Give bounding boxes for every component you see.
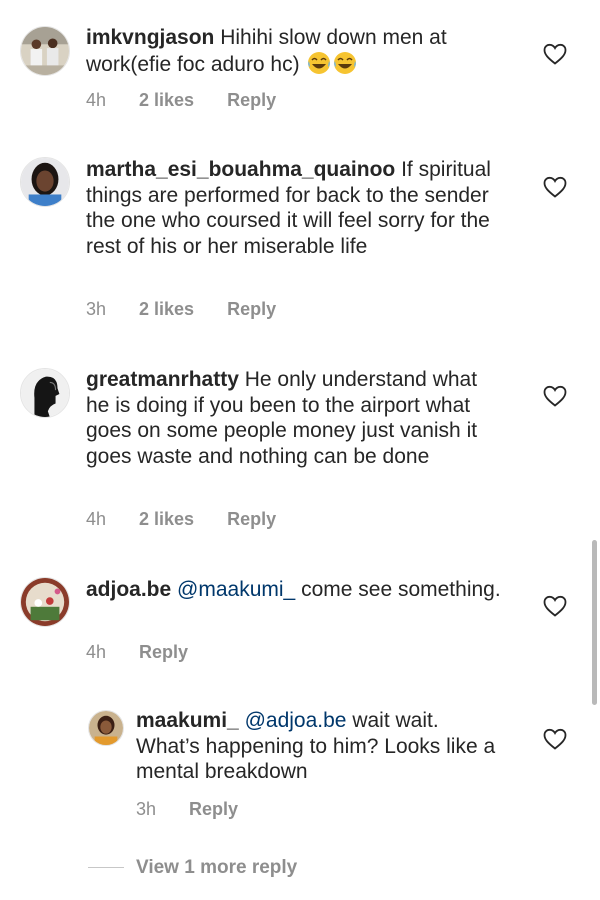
comment-meta: 3h 2 likes Reply: [86, 297, 276, 321]
comment-username[interactable]: greatmanrhatty: [86, 368, 239, 391]
comment-username[interactable]: martha_esi_bouahma_quainoo: [86, 158, 395, 181]
face-with-tears-of-joy-icon: [333, 51, 357, 75]
comment-time: 4h: [86, 509, 107, 529]
scrollbar[interactable]: [592, 540, 597, 705]
comment-text: adjoa.be @maakumi_ come see something.: [86, 577, 506, 603]
comment-time: 4h: [86, 642, 107, 662]
comment-meta: 4h 2 likes Reply: [86, 88, 276, 112]
profile-silhouette-avatar-icon: [21, 369, 69, 417]
heart-icon[interactable]: [543, 176, 567, 198]
avatar[interactable]: [20, 26, 70, 76]
reply-button[interactable]: Reply: [189, 797, 238, 821]
face-with-tears-of-joy-icon: [307, 51, 331, 75]
comment-likes[interactable]: 2 likes: [139, 88, 194, 112]
mention-link[interactable]: @maakumi_: [177, 578, 295, 601]
comment-text: martha_esi_bouahma_quainoo If spiritual …: [86, 157, 516, 259]
heart-icon[interactable]: [543, 43, 567, 65]
comment-time: 3h: [136, 799, 157, 819]
comment-text: maakumi_ @adjoa.be wait wait. What’s hap…: [136, 708, 506, 785]
view-more-replies-button[interactable]: View 1 more reply: [88, 855, 297, 881]
avatar[interactable]: [20, 157, 70, 207]
avatar[interactable]: [20, 577, 70, 627]
heart-icon[interactable]: [543, 595, 567, 617]
comment-meta: 4h 2 likes Reply: [86, 507, 276, 531]
comment-username[interactable]: adjoa.be: [86, 578, 171, 601]
group-photo-avatar-icon: [21, 27, 69, 75]
mention-link[interactable]: @adjoa.be: [245, 709, 347, 732]
reply-button[interactable]: Reply: [227, 88, 276, 112]
comment-text: greatmanrhatty He only understand what h…: [86, 367, 506, 469]
comment-meta: 3h Reply: [136, 797, 238, 821]
reply-button[interactable]: Reply: [227, 297, 276, 321]
comment-time: 3h: [86, 299, 107, 319]
portrait-photo-avatar-icon: [89, 711, 123, 745]
heart-icon[interactable]: [543, 728, 567, 750]
comment-text: imkvngjason Hihihi slow down men at work…: [86, 25, 506, 77]
reply-button[interactable]: Reply: [139, 640, 188, 664]
comment-likes[interactable]: 2 likes: [139, 297, 194, 321]
comment-username[interactable]: maakumi_: [136, 709, 239, 732]
divider-line: [88, 867, 124, 869]
wedding-photo-avatar-icon: [21, 578, 69, 626]
view-more-label: View 1 more reply: [136, 857, 298, 878]
comment-body: come see something.: [301, 578, 501, 601]
woman-photo-avatar-icon: [21, 158, 69, 206]
reply-button[interactable]: Reply: [227, 507, 276, 531]
avatar[interactable]: [20, 368, 70, 418]
comment-meta: 4h Reply: [86, 640, 188, 664]
comment-likes[interactable]: 2 likes: [139, 507, 194, 531]
comment-username[interactable]: imkvngjason: [86, 26, 214, 49]
heart-icon[interactable]: [543, 385, 567, 407]
avatar[interactable]: [88, 710, 124, 746]
comment-time: 4h: [86, 90, 107, 110]
